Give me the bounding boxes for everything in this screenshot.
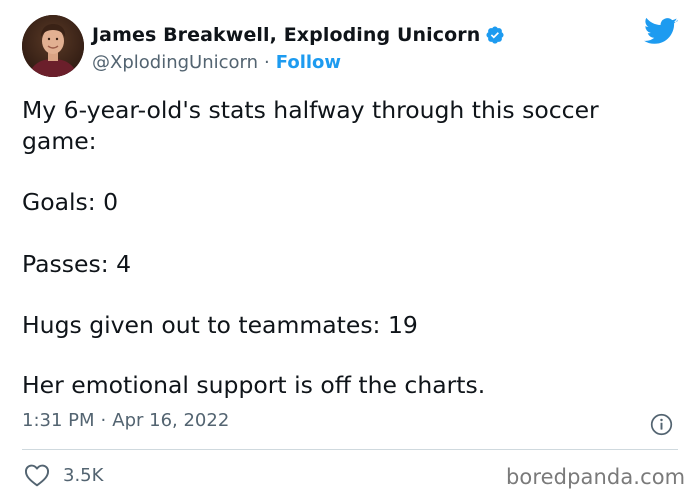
twitter-bird-icon[interactable]: [644, 17, 678, 47]
tweet-card: James Breakwell, Exploding Unicorn @Xplo…: [0, 0, 700, 502]
follow-button[interactable]: Follow: [276, 52, 341, 73]
like-button[interactable]: 3.5K: [24, 461, 103, 489]
tweet-line: game:: [22, 127, 97, 155]
handle-row: @XplodingUnicorn · Follow: [92, 50, 341, 74]
author-name-row: James Breakwell, Exploding Unicorn: [92, 22, 505, 48]
divider: [22, 449, 678, 450]
profile-photo: [22, 15, 84, 77]
tweet-line: Her emotional support is off the charts.: [22, 371, 486, 399]
tweet-line: Hugs given out to teammates: 19: [22, 311, 418, 339]
watermark: boredpanda.com: [506, 465, 686, 489]
author-handle[interactable]: @XplodingUnicorn: [92, 52, 258, 73]
tweet-line: Goals: 0: [22, 188, 119, 216]
tweet-date: Apr 16, 2022: [112, 410, 230, 431]
tweet-line: My 6-year-old's stats halfway through th…: [22, 96, 599, 124]
info-icon[interactable]: [650, 413, 673, 436]
avatar[interactable]: [22, 15, 84, 77]
heart-icon: [24, 463, 50, 487]
handle-separator: ·: [264, 51, 270, 73]
timestamp-separator: ·: [100, 410, 107, 431]
like-count: 3.5K: [63, 464, 104, 486]
tweet-line: Passes: 4: [22, 250, 132, 278]
author-name[interactable]: James Breakwell, Exploding Unicorn: [92, 24, 480, 46]
tweet-timestamp[interactable]: 1:31 PM · Apr 16, 2022: [22, 410, 229, 431]
verified-badge-icon: [485, 25, 505, 45]
tweet-time: 1:31 PM: [22, 410, 95, 431]
